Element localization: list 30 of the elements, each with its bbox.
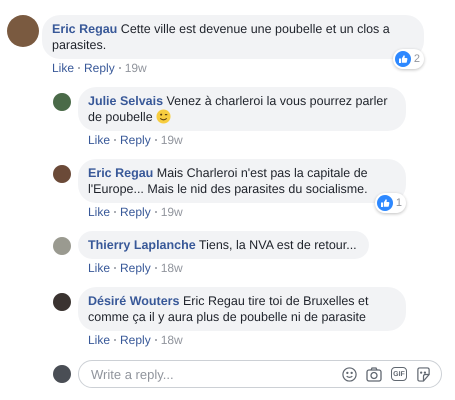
- avatar[interactable]: [53, 293, 71, 311]
- comment-text: Julie Selvais Venez à charleroi la vous pourrez parler de poubelle: [88, 94, 388, 124]
- author-link[interactable]: Julie Selvais: [88, 94, 164, 108]
- author-link[interactable]: Thierry Laplanche: [88, 238, 196, 252]
- like-link[interactable]: Like: [52, 61, 74, 75]
- reply-link[interactable]: Reply: [120, 205, 151, 219]
- comment-text: Eric Regau Cette ville est devenue une poubelle et un clos a parasites.: [52, 22, 390, 52]
- comment-text: Eric Regau Mais Charleroi n'est pas la capitale de l'Europe... Mais le nid des parasites du socialisme.: [88, 166, 368, 196]
- comment-text: Désiré Wouters Eric Regau tire toi de Bruxelles et comme ça il y aura plus de poubelle ni de parasite: [88, 294, 368, 324]
- avatar[interactable]: [53, 365, 71, 383]
- like-link[interactable]: Like: [88, 205, 110, 219]
- emoji-icon[interactable]: [342, 366, 357, 382]
- thumbs-up-icon: [394, 51, 411, 67]
- author-link[interactable]: Désiré Wouters: [88, 294, 180, 308]
- avatar[interactable]: [53, 165, 71, 183]
- reply-link[interactable]: Reply: [120, 261, 151, 275]
- comment-text: Thierry Laplanche Tiens, la NVA est de retour...: [88, 238, 357, 252]
- reply-link[interactable]: Reply: [120, 133, 151, 147]
- thumbs-up-icon: [376, 195, 393, 211]
- reply-link[interactable]: Reply: [120, 333, 151, 347]
- author-link[interactable]: Eric Regau: [52, 22, 118, 36]
- like-link[interactable]: Like: [88, 133, 110, 147]
- sticker-icon[interactable]: [416, 366, 431, 382]
- like-link[interactable]: Like: [88, 261, 110, 275]
- author-link[interactable]: Eric Regau: [88, 166, 154, 180]
- reply-link[interactable]: Reply: [84, 61, 115, 75]
- camera-icon[interactable]: [366, 366, 382, 382]
- like-link[interactable]: Like: [88, 333, 110, 347]
- avatar[interactable]: [53, 93, 71, 111]
- avatar[interactable]: [7, 15, 39, 47]
